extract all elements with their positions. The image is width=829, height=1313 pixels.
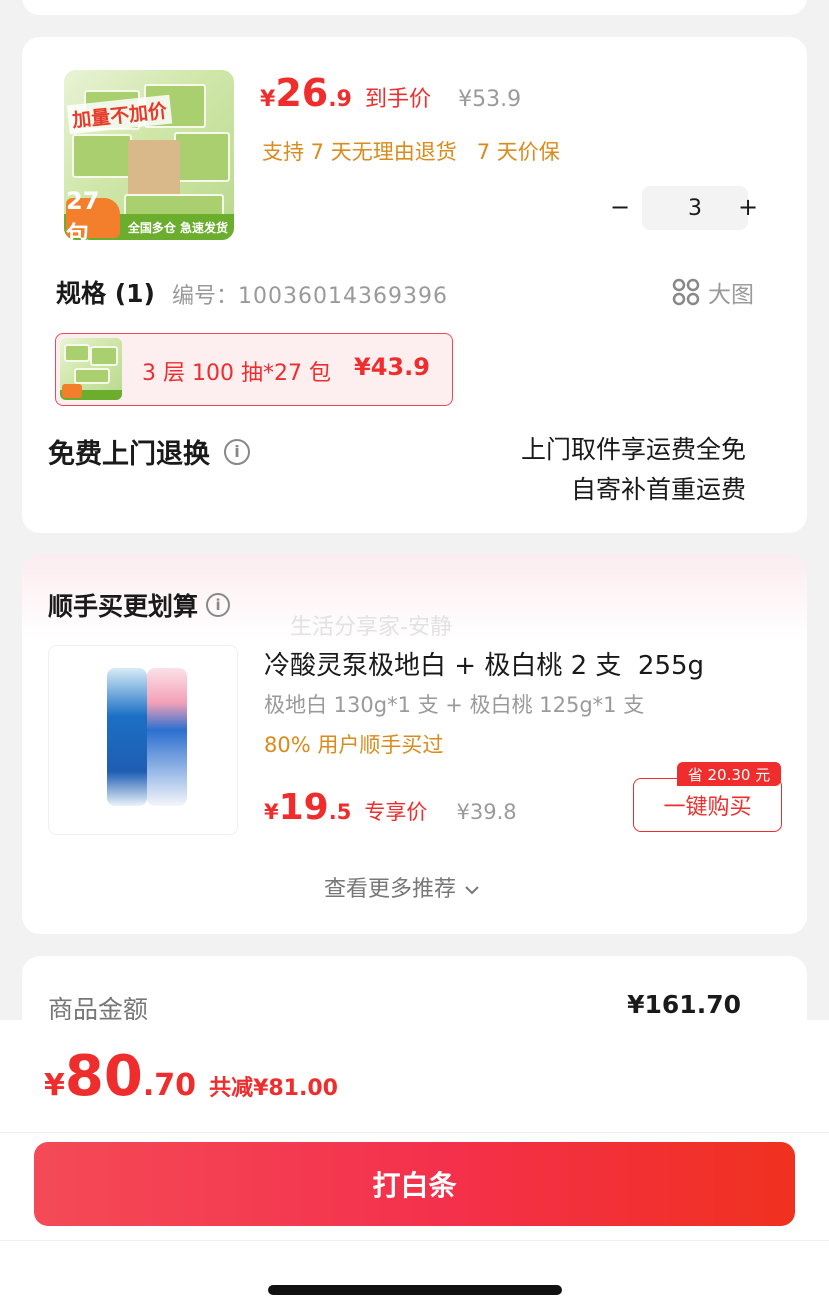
spec-option-price: ¥43.9	[354, 353, 430, 381]
product-price: ¥26.9 到手价 ¥53.9	[260, 71, 521, 115]
one-click-buy-button[interactable]: 一键购买	[633, 778, 782, 832]
spec-title: 规格 (1)	[56, 279, 155, 308]
spec-option-chip[interactable]: 3 层 100 抽*27 包 ¥43.9	[55, 333, 453, 406]
large-image-label: 大图	[708, 282, 754, 308]
price-label: 到手价	[364, 87, 431, 112]
goods-amount-value: ¥161.70	[627, 990, 741, 1019]
bottom-divider	[0, 1240, 829, 1241]
recommend-item-title[interactable]: 冷酸灵泵极地白 + 极白桃 2 支 255g	[264, 645, 704, 682]
total-price: ¥80.70 共减¥81.00	[44, 1044, 338, 1109]
watermark: 生活分享家-安静	[290, 615, 452, 640]
sku-value: 10036014369396	[238, 284, 448, 309]
toothpaste-blue	[107, 668, 147, 806]
large-image-toggle[interactable]: 大图	[672, 275, 754, 309]
home-indicator[interactable]	[268, 1285, 562, 1295]
checkout-divider	[0, 1132, 829, 1133]
recommend-header: 顺手买更划算 i	[48, 587, 231, 623]
total-main: 80	[64, 1044, 143, 1109]
save-badge: 省 20.30 元	[677, 762, 781, 786]
pay-with-baitiao-button[interactable]: 打白条	[34, 1142, 795, 1226]
recommend-info-icon[interactable]: i	[206, 593, 231, 617]
recommend-price-main: 19	[278, 787, 329, 828]
more-recommend-link[interactable]: 查看更多推荐	[324, 871, 480, 903]
spec-option-text: 3 层 100 抽*27 包	[142, 361, 331, 386]
quantity-input[interactable]: 3	[642, 186, 748, 230]
return-service-line2: 自寄补首重运费	[570, 475, 746, 504]
discount-text: 共减¥81.00	[209, 1076, 338, 1101]
price-main: 26	[275, 71, 329, 115]
recommend-price: ¥19.5 专享价 ¥39.8	[264, 787, 517, 828]
total-decimal: .70	[142, 1068, 196, 1103]
return-service-row[interactable]: 免费上门退换 i	[48, 432, 250, 471]
qty-minus-button[interactable]: −	[610, 193, 630, 221]
price-decimal: .9	[328, 87, 352, 112]
recommend-price-decimal: .5	[328, 800, 352, 824]
thumbnail-slogan: 加量不加价	[66, 94, 173, 135]
recommend-card: 顺手买更划算 i 生活分享家-安静 冷酸灵泵极地白 + 极白桃 2 支 255g…	[22, 555, 807, 934]
total-symbol: ¥	[44, 1068, 65, 1103]
thumbnail-count-badge: 27包	[66, 187, 120, 240]
recommend-original-price: ¥39.8	[456, 800, 517, 824]
product-thumbnail[interactable]: 加量不加价 全国多仓 急速发货 27包	[64, 70, 234, 240]
grid-icon	[672, 278, 700, 306]
spec-option-thumbnail	[60, 338, 122, 400]
recommend-item-image[interactable]	[48, 645, 238, 835]
recommend-item-desc: 极地白 130g*1 支 + 极白桃 125g*1 支	[264, 693, 645, 717]
return-service-line1: 上门取件享运费全免	[520, 435, 746, 464]
more-recommend-label: 查看更多推荐	[324, 877, 457, 902]
info-icon[interactable]: i	[224, 438, 250, 465]
sku-row: 编号：10036014369396	[172, 278, 448, 310]
recommend-price-label: 专享价	[364, 800, 428, 824]
return-service-title: 免费上门退换	[48, 439, 210, 470]
previous-card	[22, 0, 807, 15]
recommend-item-stat: 80% 用户顺手买过	[264, 733, 444, 757]
sku-label: 编号：	[172, 284, 239, 309]
quantity-value: 3	[688, 195, 702, 221]
service-tags: 支持 7 天无理由退货 7 天价保	[262, 140, 560, 164]
chevron-down-icon	[464, 879, 480, 895]
price-symbol: ¥	[260, 87, 276, 112]
recommend-title: 顺手买更划算	[48, 592, 199, 621]
toothpaste-pink	[147, 668, 187, 806]
qty-plus-button[interactable]: +	[738, 193, 758, 221]
original-price: ¥53.9	[458, 87, 522, 112]
recommend-price-symbol: ¥	[264, 800, 279, 824]
